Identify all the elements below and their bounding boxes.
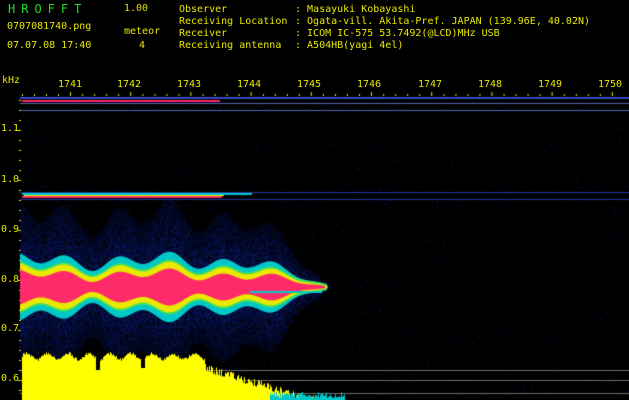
receiver-value: : ICOM IC-575 53.7492(@LCD)MHz USB <box>295 28 500 39</box>
y-tick-1.1: 1.1 <box>1 123 20 134</box>
app-title: HROFFT <box>8 2 88 16</box>
antenna-label: Receiving antenna <box>179 40 282 51</box>
observer-label: Observer <box>179 4 228 15</box>
app-version: 1.00 <box>124 3 149 14</box>
meteor-label: meteor <box>124 26 161 37</box>
x-tick-1744: 1744 <box>237 79 262 90</box>
x-tick-1750: 1750 <box>598 79 623 90</box>
location-label: Receiving Location <box>179 16 288 27</box>
location-value: : Ogata-vill. Akita-Pref. JAPAN (139.96E… <box>295 16 591 27</box>
y-tick-0.6: 0.6 <box>1 373 20 384</box>
x-tick-1748: 1748 <box>478 79 503 90</box>
y-tick-1.0: 1.0 <box>1 174 20 185</box>
receiver-label: Receiver <box>179 28 228 39</box>
meteor-count: 4 <box>139 40 146 51</box>
x-tick-1745: 1745 <box>297 79 322 90</box>
filename: 0707081740.png <box>7 21 92 32</box>
x-tick-1746: 1746 <box>357 79 382 90</box>
x-tick-1741: 1741 <box>58 79 83 90</box>
y-axis-unit: kHz <box>2 75 21 86</box>
x-tick-1743: 1743 <box>177 79 202 90</box>
observer-value: : Masayuki Kobayashi <box>295 4 416 15</box>
x-tick-1749: 1749 <box>538 79 563 90</box>
x-tick-1747: 1747 <box>418 79 443 90</box>
datetime: 07.07.08 17:40 <box>7 40 92 51</box>
y-tick-0.8: 0.8 <box>1 274 20 285</box>
x-tick-1742: 1742 <box>117 79 142 90</box>
antenna-value: : A504HB(yagi 4el) <box>295 40 404 51</box>
y-tick-0.9: 0.9 <box>1 224 20 235</box>
y-tick-0.7: 0.7 <box>1 323 20 334</box>
header-panel: HROFFT 1.00 0707081740.png 07.07.08 17:4… <box>0 0 629 72</box>
